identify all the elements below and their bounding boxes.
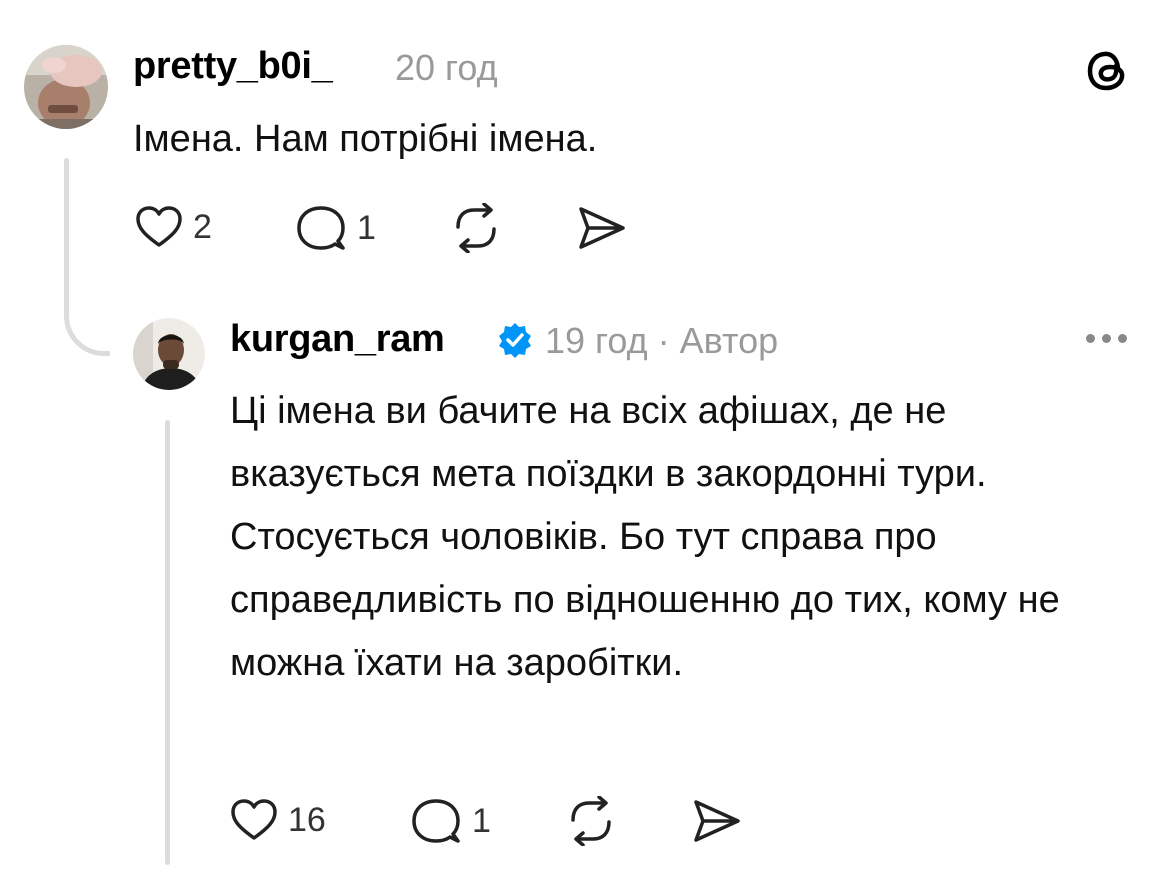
like-button[interactable]: 16 xyxy=(230,798,326,842)
timestamp: 19 год xyxy=(545,320,648,361)
comment-paragraph: Стосується чоловіків. Бо тут справа про … xyxy=(230,516,1060,684)
verified-badge-icon xyxy=(496,321,534,359)
repost-icon xyxy=(456,203,496,253)
share-icon xyxy=(694,800,740,842)
username[interactable]: pretty_b0i_ xyxy=(133,45,333,88)
like-button[interactable]: 2 xyxy=(135,205,212,249)
reply-button[interactable]: 1 xyxy=(410,798,491,844)
meta-separator: · xyxy=(657,320,670,361)
thread-connector-curve xyxy=(64,300,110,356)
share-button[interactable] xyxy=(692,798,742,844)
more-icon[interactable] xyxy=(1086,334,1127,343)
timestamp: 20 год xyxy=(395,47,498,88)
avatar[interactable] xyxy=(133,318,205,390)
heart-icon xyxy=(136,206,182,247)
comment-paragraph: Ці імена ви бачите на всіх афішах, де не… xyxy=(230,390,987,495)
like-count: 2 xyxy=(193,207,212,246)
repost-button[interactable] xyxy=(450,203,502,253)
share-button[interactable] xyxy=(577,205,627,251)
repost-button[interactable] xyxy=(565,796,617,846)
comment-body: Ці імена ви бачите на всіх афішах, де не… xyxy=(230,380,1130,695)
comment-icon xyxy=(297,206,345,250)
author-label: Автор xyxy=(679,320,779,361)
comment-text: Імена. Нам потрібні імена. xyxy=(133,118,598,160)
reply-count: 1 xyxy=(357,208,376,247)
like-count: 16 xyxy=(288,800,326,839)
share-icon xyxy=(579,207,625,249)
heart-icon xyxy=(231,799,277,840)
thread-line-reply xyxy=(165,420,170,865)
repost-icon xyxy=(571,796,611,846)
reply-button[interactable]: 1 xyxy=(295,205,376,251)
threads-logo-icon[interactable] xyxy=(1084,46,1132,94)
reply-count: 1 xyxy=(472,801,491,840)
thread-line-top xyxy=(64,158,69,318)
avatar[interactable] xyxy=(24,45,108,129)
username[interactable]: kurgan_ram xyxy=(230,318,445,361)
avatar-photo-icon xyxy=(133,318,205,390)
avatar-photo-icon xyxy=(24,45,108,129)
comment-meta: 19 год · Автор xyxy=(545,320,778,362)
comment-icon xyxy=(412,799,460,843)
